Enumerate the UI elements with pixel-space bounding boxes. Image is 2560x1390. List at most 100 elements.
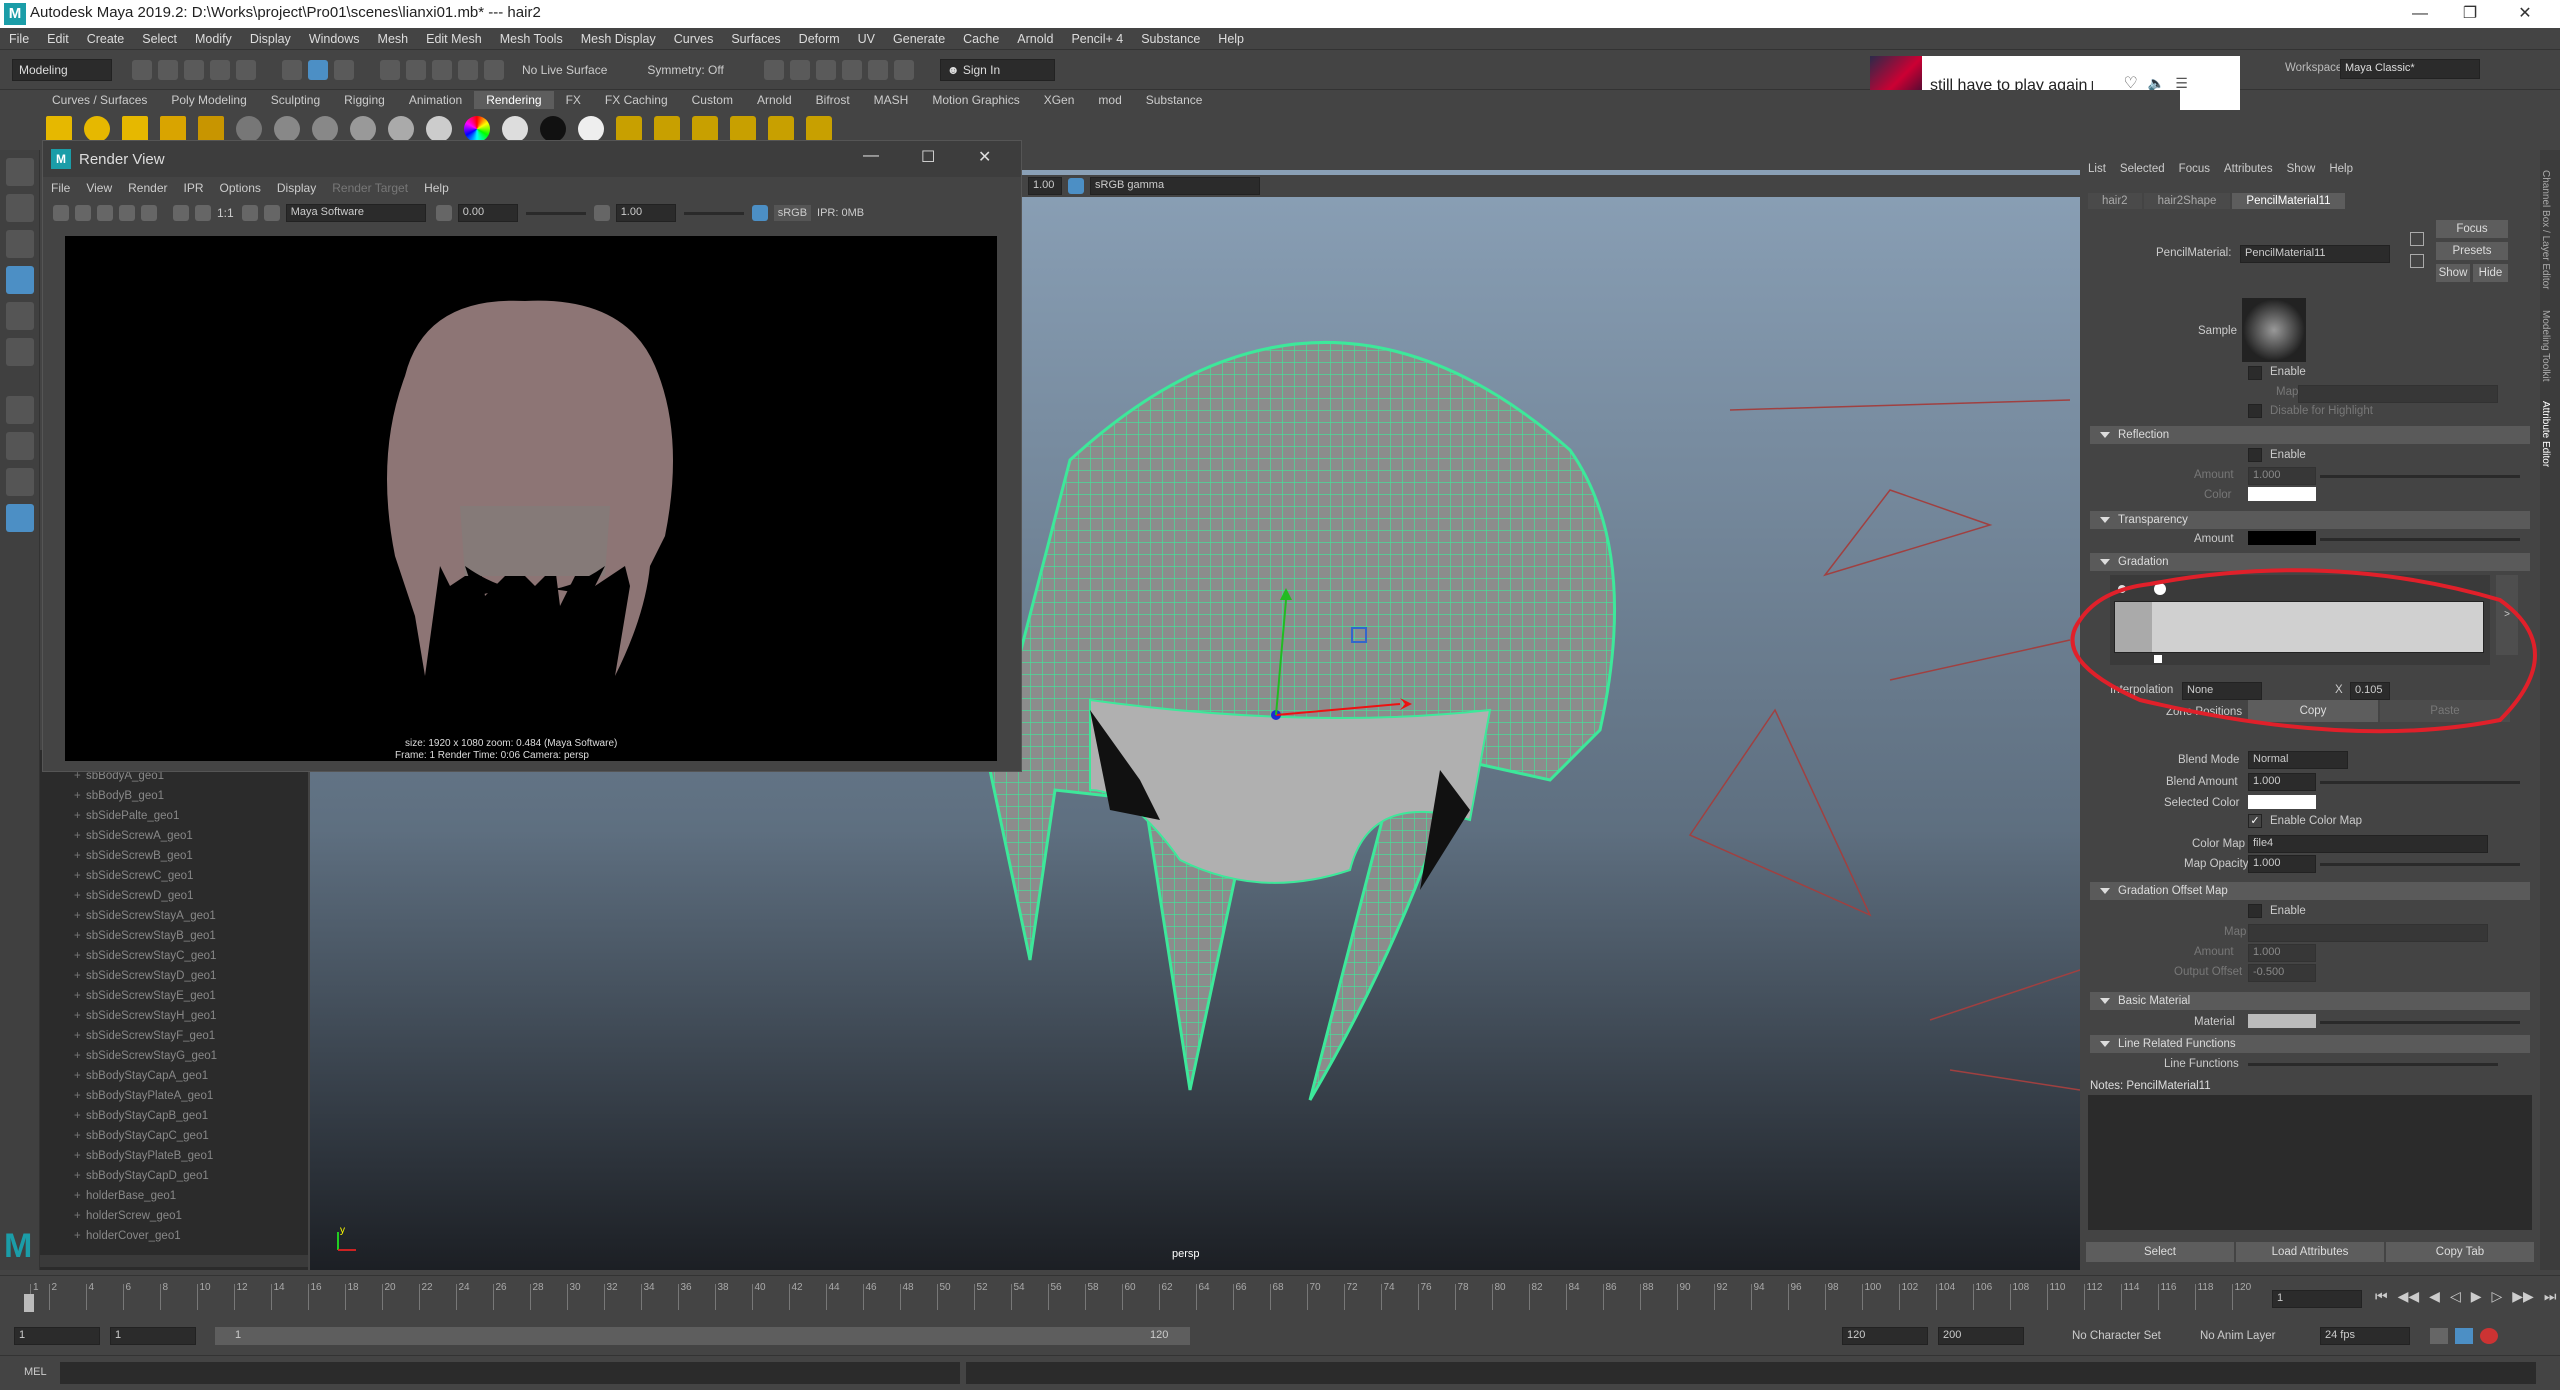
- playback-start-field[interactable]: 1: [110, 1327, 196, 1345]
- current-frame-field[interactable]: 1: [2272, 1290, 2362, 1308]
- play-forward-icon[interactable]: ▶: [2471, 1288, 2482, 1305]
- menu-curves[interactable]: Curves: [674, 32, 714, 46]
- menu-mesh[interactable]: Mesh: [378, 32, 409, 46]
- map-opacity-slider[interactable]: [2320, 863, 2520, 866]
- rotate-tool-icon[interactable]: [6, 302, 34, 330]
- phong-e-icon[interactable]: [388, 116, 414, 142]
- outliner-item[interactable]: holderCover_geo1: [40, 1230, 308, 1250]
- select-component-icon[interactable]: [334, 59, 354, 80]
- ae-tab-hair2[interactable]: hair2: [2088, 193, 2142, 209]
- gradation-offset-section[interactable]: Gradation Offset Map: [2090, 882, 2530, 900]
- shelf-tab-arnold[interactable]: Arnold: [745, 91, 804, 109]
- select-node-icon[interactable]: [2410, 232, 2424, 246]
- playback-end-field[interactable]: 120: [1842, 1327, 1928, 1345]
- output-node-icon[interactable]: [2410, 254, 2424, 268]
- snapshot-icon[interactable]: [97, 205, 113, 221]
- ipr-render-icon[interactable]: [789, 59, 810, 80]
- shelf-tab-mash[interactable]: MASH: [862, 91, 921, 109]
- volume-light-icon[interactable]: [198, 116, 224, 142]
- remove-image-icon[interactable]: [263, 205, 280, 221]
- attribute-editor-tab[interactable]: Attribute Editor: [2540, 401, 2551, 467]
- batch-render-icon[interactable]: [692, 116, 718, 142]
- anim-layer-dropdown[interactable]: No Anim Layer: [2200, 1330, 2275, 1342]
- render-region-icon[interactable]: [75, 205, 91, 221]
- shelf-tab-mod[interactable]: mod: [1086, 91, 1133, 109]
- ae-tab-pencilmaterial11[interactable]: PencilMaterial11: [2232, 193, 2345, 209]
- select-tool-icon[interactable]: [6, 158, 34, 186]
- rv-menu-view[interactable]: View: [86, 181, 112, 195]
- shelf-tab-poly-modeling[interactable]: Poly Modeling: [159, 91, 258, 109]
- render-setup-icon[interactable]: [730, 116, 756, 142]
- lasso-tool-icon[interactable]: [6, 194, 34, 222]
- select-hierarchy-icon[interactable]: [282, 59, 302, 80]
- menu-deform[interactable]: Deform: [799, 32, 840, 46]
- ipr-icon[interactable]: [654, 116, 680, 142]
- copy-tab-button[interactable]: Copy Tab: [2386, 1242, 2534, 1262]
- outliner-item[interactable]: sbSideScrewStayE_geo1: [40, 990, 308, 1010]
- menu-windows[interactable]: Windows: [309, 32, 360, 46]
- rv-menu-help[interactable]: Help: [424, 181, 449, 195]
- render-icon[interactable]: [616, 116, 642, 142]
- area-light-icon[interactable]: [160, 116, 186, 142]
- render-frame-icon[interactable]: [763, 59, 784, 80]
- rv-menu-options[interactable]: Options: [220, 181, 261, 195]
- outliner-item[interactable]: sbSideScrewStayB_geo1: [40, 930, 308, 950]
- step-back-icon[interactable]: ◀: [2429, 1288, 2440, 1305]
- workspace-dropdown[interactable]: Maya Classic*: [2340, 59, 2480, 79]
- snap-curve-icon[interactable]: [406, 59, 426, 80]
- exposure-field[interactable]: 0.00: [457, 204, 518, 222]
- outliner-item[interactable]: sbSideScrewC_geo1: [40, 870, 308, 890]
- line-functions-slider[interactable]: [2248, 1063, 2498, 1066]
- go-to-end-icon[interactable]: ⏭: [2544, 1288, 2557, 1305]
- outliner-item[interactable]: sbSideScrewStayG_geo1: [40, 1050, 308, 1070]
- use-background-icon[interactable]: [578, 116, 604, 142]
- save-scene-icon[interactable]: [184, 59, 204, 80]
- transparency-section[interactable]: Transparency: [2090, 511, 2530, 529]
- shelf-tab-sculpting[interactable]: Sculpting: [259, 91, 332, 109]
- redo-icon[interactable]: [236, 59, 256, 80]
- ipr-render-icon[interactable]: [119, 205, 135, 221]
- basic-material-section[interactable]: Basic Material: [2090, 992, 2530, 1010]
- shelf-tab-motion-graphics[interactable]: Motion Graphics: [920, 91, 1031, 109]
- gamma-field[interactable]: 1.00: [615, 204, 676, 222]
- outliner-item[interactable]: sbSideScrewStayD_geo1: [40, 970, 308, 990]
- maximize-button[interactable]: ❐: [2450, 2, 2490, 26]
- material-swatch[interactable]: [2248, 1014, 2316, 1028]
- ae-tab-hair2shape[interactable]: hair2Shape: [2143, 193, 2231, 209]
- material-slider[interactable]: [2320, 1021, 2520, 1024]
- outliner-item[interactable]: sbBodyStayCapB_geo1: [40, 1110, 308, 1130]
- new-scene-icon[interactable]: [132, 59, 152, 80]
- shelf-tab-bifrost[interactable]: Bifrost: [804, 91, 862, 109]
- outliner-item[interactable]: sbSideScrewStayC_geo1: [40, 950, 308, 970]
- rv-menu-ipr[interactable]: IPR: [184, 181, 204, 195]
- channel-box-tab[interactable]: Channel Box / Layer Editor: [2540, 170, 2551, 290]
- ramp-shader-icon[interactable]: [464, 116, 490, 142]
- rgb-channel-icon[interactable]: [173, 205, 189, 221]
- reflection-section[interactable]: Reflection: [2090, 426, 2530, 444]
- open-scene-icon[interactable]: [158, 59, 178, 80]
- sun-light-icon[interactable]: [46, 116, 72, 142]
- light-editor-icon[interactable]: [768, 116, 794, 142]
- phong-icon[interactable]: [350, 116, 376, 142]
- rv-menu-display[interactable]: Display: [277, 181, 316, 195]
- surface-shader-icon[interactable]: [426, 116, 452, 142]
- srgb-button[interactable]: sRGB: [773, 205, 812, 221]
- blend-amount-slider[interactable]: [2320, 781, 2520, 784]
- selected-color-swatch[interactable]: [2248, 795, 2316, 809]
- rv-maximize-button[interactable]: ☐: [921, 147, 935, 167]
- exposure-icon[interactable]: [435, 205, 452, 221]
- current-time-indicator[interactable]: [24, 1294, 34, 1312]
- symmetry-dropdown[interactable]: Symmetry: Off: [647, 63, 723, 77]
- pause-icon[interactable]: [893, 59, 914, 80]
- outliner-item[interactable]: sbBodyStayPlateB_geo1: [40, 1150, 308, 1170]
- menu-help[interactable]: Help: [1218, 32, 1244, 46]
- rv-menu-render[interactable]: Render: [128, 181, 167, 195]
- outliner-item[interactable]: sbBodyStayCapD_geo1: [40, 1170, 308, 1190]
- ae-menu-help[interactable]: Help: [2329, 163, 2353, 175]
- ae-menu-focus[interactable]: Focus: [2179, 163, 2210, 175]
- undo-icon[interactable]: [210, 59, 230, 80]
- character-set-dropdown[interactable]: No Character Set: [2072, 1330, 2161, 1342]
- offset-enable-checkbox[interactable]: [2248, 904, 2262, 918]
- outliner-item[interactable]: sbSideScrewB_geo1: [40, 850, 308, 870]
- presets-button[interactable]: Presets: [2436, 242, 2508, 260]
